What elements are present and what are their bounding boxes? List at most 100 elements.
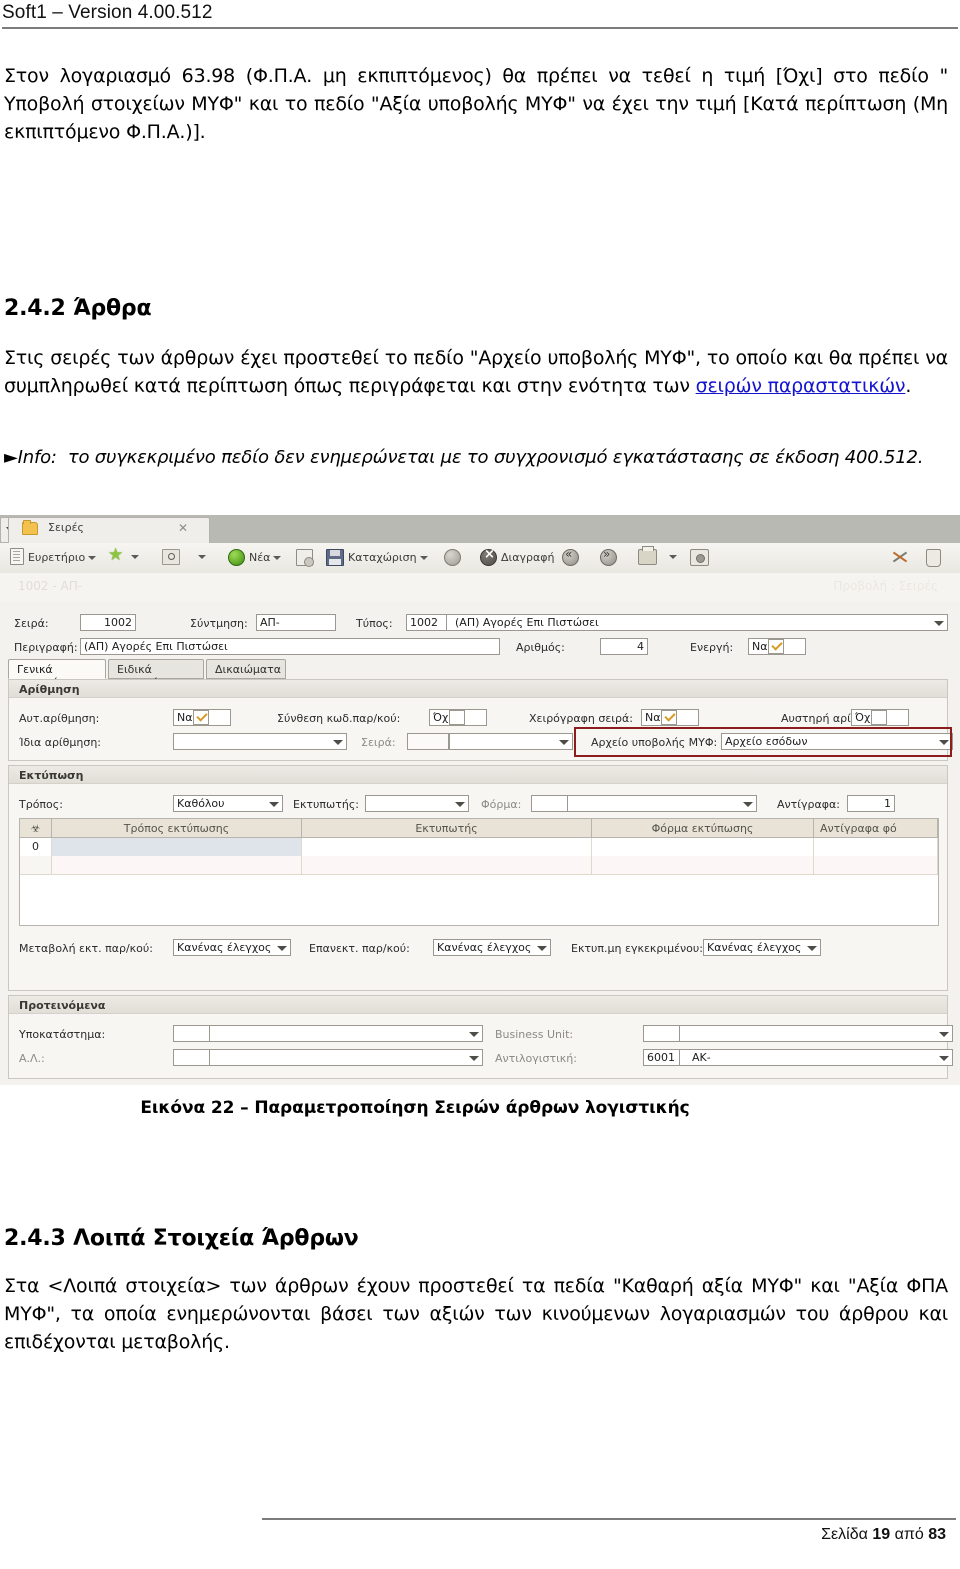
toolbar-screenshot-button[interactable] [690,549,713,567]
combo-change-print[interactable]: Κανένας έλεγχος [173,939,291,956]
chevron-down-icon[interactable] [333,740,343,745]
chevron-down-icon[interactable] [198,555,206,559]
toolbar-favorite-button[interactable] [108,547,139,567]
toolbar-delete-button[interactable]: Διαγραφή [480,547,554,567]
input-syntmisi[interactable]: ΑΠ- [256,614,336,631]
label-print-unapproved: Εκτυπ.μη εγκεκριμένου: [571,942,703,955]
checkbox-energi[interactable] [768,639,784,654]
input-perigrafi[interactable]: (ΑΠ) Αγορές Επι Πιστώσει [80,638,500,655]
input-series-code[interactable] [407,733,449,750]
link-series-documents[interactable]: σειρών παραστατικών [696,375,906,397]
paragraph-intro: Στον λογαριασμό 63.98 (Φ.Π.Α. μη εκπιπτό… [4,65,948,143]
grid-cell-copies[interactable] [814,856,938,874]
label-handwritten-series: Χειρόγραφη σειρά: [529,712,633,725]
checkbox-strict-numbering[interactable] [871,710,887,725]
label-print-form: Φόρμα: [481,798,522,811]
combo-counter-value: ΑΚ- [692,1051,711,1064]
toolbar-print-button[interactable] [638,546,677,567]
toolbar-copy-button[interactable] [296,549,317,567]
tab-general[interactable]: Γενικά στοιχεία [8,659,106,689]
toolbar-export-button[interactable] [926,549,945,567]
input-arithmos[interactable]: 4 [600,638,648,655]
group-numbering-title: Αρίθμηση [9,680,947,698]
combo-print-form[interactable] [531,795,757,812]
footer-total: 83 [928,1526,946,1543]
combo-counter-accounting[interactable]: 6001 ΑΚ- [643,1049,953,1066]
footer-prefix: Σελίδα [821,1526,873,1543]
chevron-down-icon[interactable] [469,1056,479,1061]
chevron-down-icon[interactable] [419,555,428,560]
chevron-down-icon[interactable] [939,740,949,745]
chevron-down-icon[interactable] [455,802,465,807]
chevron-down-icon[interactable] [939,1032,949,1037]
chevron-down-icon[interactable] [939,1056,949,1061]
magnifier-icon [162,549,180,565]
combo-series[interactable] [449,733,573,750]
chevron-down-icon[interactable] [537,946,547,951]
label-printer: Εκτυπωτής: [293,798,360,811]
toolbar-save-button[interactable]: Καταχώριση [326,549,428,567]
combo-reprint[interactable]: Κανένας έλεγχος [433,939,551,956]
print-grid[interactable]: ☣ Τρόπος εκτύπωσης Εκτυπωτής Φόρμα εκτύπ… [19,818,939,926]
footer-page: 19 [872,1526,891,1543]
combo-print-form-code [532,796,568,811]
table-row[interactable]: 0 [20,838,938,857]
label-change-print: Μεταβολή εκτ. παρ/κού: [19,942,153,955]
toolbar-previous-button[interactable] [562,547,583,567]
grid-header-copies: Αντίγραφα φό [814,819,938,837]
input-seira[interactable]: 1002 [80,614,136,631]
checkbox-auto-numbering[interactable] [193,710,209,725]
combo-counter-code: 6001 [644,1050,680,1065]
chevron-down-icon[interactable] [277,946,287,951]
combo-same-numbering[interactable] [173,733,347,750]
combo-business-unit[interactable] [643,1025,953,1042]
chevron-down-icon[interactable] [934,621,944,626]
chevron-down-icon[interactable] [273,555,282,560]
combo-print-unapproved[interactable]: Κανένας έλεγχος [703,939,821,956]
tools-icon [892,549,909,564]
chevron-down-icon[interactable] [559,740,569,745]
grid-cell-form[interactable] [592,856,814,874]
toolbar-new-button[interactable]: Νέα [228,549,282,567]
chevron-down-icon[interactable] [807,946,817,951]
combo-business-unit-code [644,1026,680,1041]
combo-typos[interactable]: 1002 (ΑΠ) Αγορές Επι Πιστώσει [406,614,948,631]
combo-al[interactable] [173,1049,483,1066]
grid-cell-mode[interactable] [52,856,302,874]
combo-myf-submission-file[interactable]: Αρχείο εσόδων [721,733,953,750]
checkbox-code-composition[interactable] [449,710,465,725]
chevron-down-icon[interactable] [88,555,97,560]
toolbar-index-button[interactable]: Ευρετήριο [10,548,97,567]
combo-branch-code [174,1026,210,1041]
toolbar-refresh-button[interactable] [444,549,465,567]
grid-cell-mode[interactable] [52,838,302,856]
combo-printer[interactable] [365,795,469,812]
tab-special[interactable]: Ειδικά στοιχεία [108,659,204,689]
close-icon[interactable]: ✕ [178,521,188,535]
main-toolbar: Ευρετήριο Νέα Καταχώριση Διαγραφή [0,543,960,574]
chevron-down-icon[interactable] [269,802,279,807]
grid-cell-printer[interactable] [302,856,592,874]
chevron-down-icon[interactable] [469,1032,479,1037]
grid-header-printer: Εκτυπωτής [302,819,592,837]
grid-cell-copies[interactable] [814,838,938,856]
grid-cell-form[interactable] [592,838,814,856]
chevron-down-icon[interactable] [669,555,677,559]
toolbar-preview-button[interactable] [162,549,206,567]
combo-myf-value: Αρχείο εσόδων [725,735,808,748]
label-syntmisi: Σύντμηση: [190,617,248,630]
combo-print-mode[interactable]: Καθόλου [173,795,283,812]
table-row[interactable] [20,856,938,875]
chevron-down-icon[interactable] [131,555,139,559]
toolbar-tools-button[interactable] [892,549,913,567]
checkbox-handwritten-series[interactable] [661,710,677,725]
save-icon [326,549,344,566]
grid-cell-printer[interactable] [302,838,592,856]
input-copies[interactable]: 1 [847,795,895,812]
chevron-down-icon[interactable] [743,802,753,807]
group-suggested-title: Προτεινόμενα [9,996,947,1014]
combo-branch[interactable] [173,1025,483,1042]
tab-rights[interactable]: Δικαιώματα [206,659,286,679]
paragraph-other-data: Στα <Λοιπά στοιχεία> των άρθρων έχουν πρ… [4,1275,948,1353]
toolbar-next-button[interactable] [600,547,621,567]
